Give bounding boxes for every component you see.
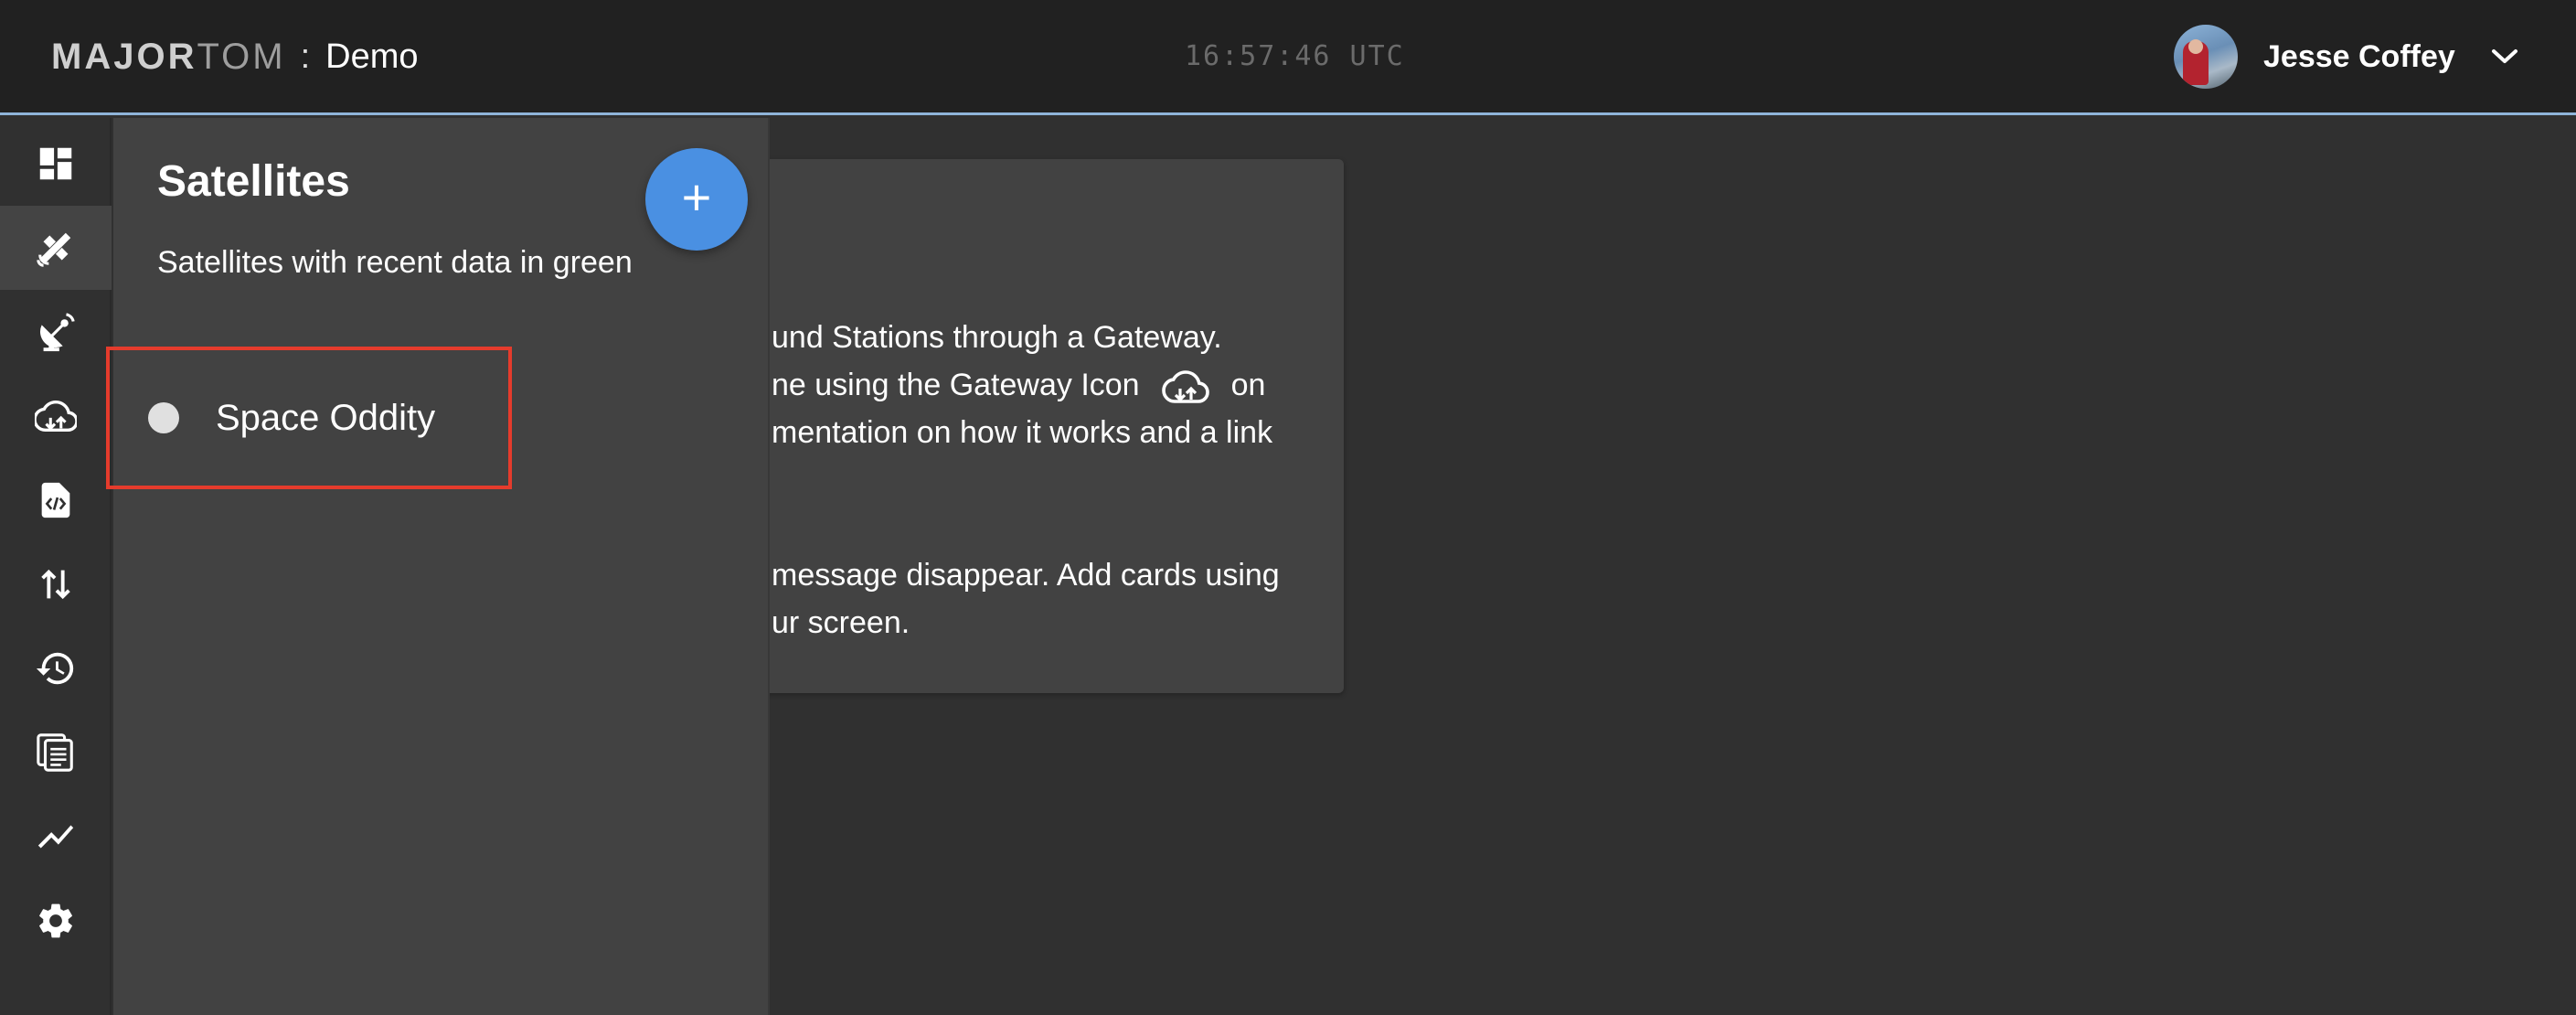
status-dot <box>148 402 179 433</box>
transfer-arrows-icon <box>41 569 70 600</box>
satellite-name: Space Oddity <box>216 397 436 438</box>
rail-item-settings[interactable] <box>0 879 112 963</box>
rail-item-documents[interactable] <box>0 710 112 795</box>
card-text-segment: ne using the Gateway Icon <box>772 368 1140 402</box>
satellite-list-item[interactable]: Space Oddity <box>106 347 512 489</box>
rail-item-metrics[interactable] <box>0 795 112 879</box>
rail-item-ground-stations[interactable] <box>0 290 112 374</box>
card-text-line: ur screen. <box>772 605 910 640</box>
card-text-line: ne using the Gateway Icon on <box>772 368 1265 405</box>
app-brand[interactable]: MAJOR TOM : Demo <box>51 31 419 82</box>
utc-clock: 16:57:46 UTC <box>1185 40 1405 72</box>
rail-item-satellites[interactable] <box>0 206 112 290</box>
code-file-icon <box>41 482 70 518</box>
nav-rail <box>0 118 112 1015</box>
card-text-segment: on <box>1230 368 1266 402</box>
brand-major: MAJOR <box>51 36 197 77</box>
add-satellite-button[interactable]: + <box>645 148 748 251</box>
user-name: Jesse Coffey <box>2263 38 2455 74</box>
settings-icon <box>39 903 72 938</box>
workspace-name: Demo <box>325 37 419 76</box>
info-card: und Stations through a Gateway. ne using… <box>695 159 1344 693</box>
rail-item-gateways[interactable] <box>0 374 112 458</box>
plus-icon: + <box>681 168 712 226</box>
ground-station-icon <box>39 313 75 352</box>
rail-item-scripts[interactable] <box>0 458 112 542</box>
documents-icon <box>37 733 73 772</box>
drawer-title: Satellites <box>157 157 350 206</box>
card-text-line: und Stations through a Gateway. <box>772 320 1222 355</box>
trend-chart-icon <box>37 825 74 849</box>
drawer-subtitle: Satellites with recent data in green <box>157 245 633 280</box>
chevron-down-icon[interactable] <box>2486 38 2523 75</box>
brand-separator: : <box>300 37 314 76</box>
card-text-line: mentation on how it works and a link <box>772 415 1273 450</box>
history-icon <box>36 652 74 685</box>
satellites-drawer: Satellites Satellites with recent data i… <box>106 118 770 1015</box>
dashboard-icon <box>39 147 72 180</box>
gateway-cloud-icon <box>1161 369 1209 405</box>
card-text-line: message disappear. Add cards using <box>772 558 1280 593</box>
rail-item-dashboard[interactable] <box>0 122 112 206</box>
top-bar: MAJOR TOM : Demo 16:57:46 UTC Jesse Coff… <box>0 0 2576 115</box>
rail-item-transfers[interactable] <box>0 542 112 626</box>
rail-item-history[interactable] <box>0 626 112 710</box>
user-menu[interactable]: Jesse Coffey <box>2174 24 2523 90</box>
satellite-icon <box>37 232 71 267</box>
gateway-cloud-icon <box>35 400 77 433</box>
avatar <box>2174 25 2238 89</box>
brand-tom: TOM <box>197 36 286 77</box>
